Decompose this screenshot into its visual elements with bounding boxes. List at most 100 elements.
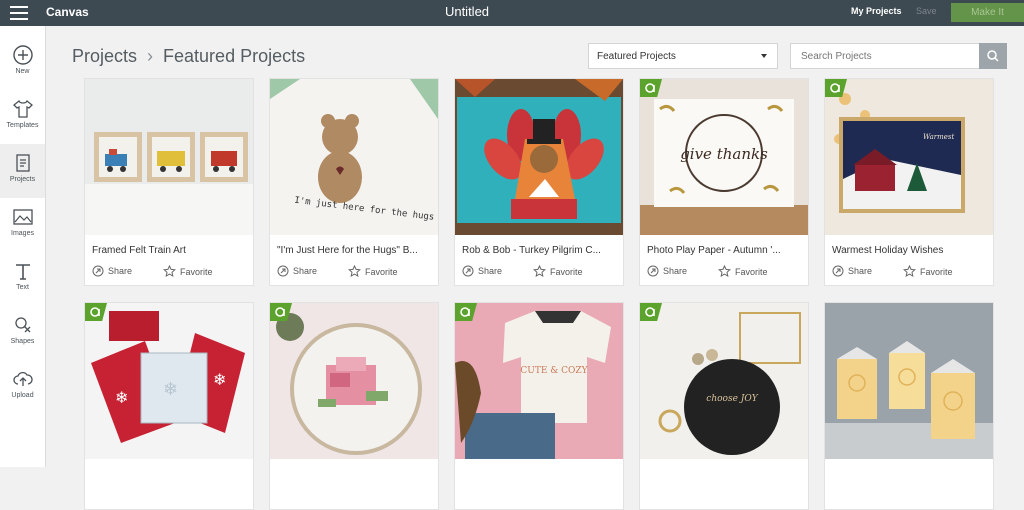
share-label: Share (848, 266, 873, 276)
star-icon (533, 264, 546, 277)
sidebar-item-text[interactable]: Text (0, 252, 45, 306)
project-filter-select[interactable]: Featured Projects (588, 43, 778, 69)
sidebar-item-label: Images (11, 230, 34, 237)
plus-icon (12, 45, 33, 65)
share-button[interactable]: Share (647, 265, 687, 277)
share-button[interactable]: Share (92, 265, 132, 277)
sidebar-item-label: Upload (11, 392, 34, 399)
svg-text:❄: ❄ (163, 379, 178, 399)
project-title[interactable]: "I'm Just Here for the Hugs" B... (277, 245, 435, 256)
project-title[interactable]: Warmest Holiday Wishes (832, 245, 990, 256)
sidebar-item-new[interactable]: New (0, 36, 45, 90)
project-thumbnail[interactable] (270, 303, 438, 459)
sidebar-item-label: New (15, 68, 30, 75)
make-it-button[interactable]: Make It (951, 3, 1024, 22)
sidebar-item-shapes[interactable]: Shapes (0, 306, 45, 360)
save-button[interactable]: Save (916, 6, 937, 16)
svg-text:❄: ❄ (213, 372, 226, 389)
project-card[interactable]: I'm just here for the hugs "I'm Just Her… (269, 78, 439, 286)
share-label: Share (108, 266, 133, 276)
favorite-button[interactable]: Favorite (348, 264, 398, 278)
document-title[interactable]: Untitled (0, 4, 934, 19)
sidebar-item-images[interactable]: Images (0, 198, 45, 252)
favorite-button[interactable]: Favorite (718, 264, 768, 278)
project-card[interactable]: CUTE & COZY (454, 302, 624, 510)
breadcrumb-current: Featured Projects (163, 46, 306, 66)
project-card[interactable] (824, 302, 994, 510)
breadcrumb-root[interactable]: Projects (72, 46, 137, 66)
image-text: choose JOY (706, 394, 758, 404)
share-icon (92, 265, 104, 277)
share-icon (647, 265, 659, 277)
sidebar-item-projects[interactable]: Projects (0, 144, 45, 198)
sidebar-item-label: Shapes (10, 338, 35, 345)
project-card[interactable]: Framed Felt Train Art Share Favorite (84, 78, 254, 286)
favorite-label: Favorite (735, 266, 768, 277)
sidebar-item-label: Text (16, 284, 29, 291)
share-label: Share (478, 266, 503, 276)
project-card[interactable]: Warmest Warmest Holiday Wishes Share Fav… (824, 78, 994, 286)
star-icon (718, 264, 731, 277)
search-icon (987, 50, 999, 62)
project-thumbnail[interactable]: CUTE & COZY (455, 303, 623, 459)
access-icon (90, 307, 100, 317)
my-projects-link[interactable]: My Projects (851, 6, 902, 16)
project-title[interactable]: Rob & Bob - Turkey Pilgrim C... (462, 245, 620, 256)
shapes-icon (14, 317, 30, 333)
sidebar-item-label: Projects (9, 176, 36, 183)
share-button[interactable]: Share (462, 265, 502, 277)
project-thumbnail[interactable]: choose JOY (640, 303, 808, 459)
share-label: Share (293, 266, 318, 276)
share-label: Share (663, 266, 688, 276)
star-icon (348, 264, 361, 277)
sidebar-item-upload[interactable]: Upload (0, 360, 45, 414)
text-icon (15, 264, 30, 280)
project-card[interactable]: ❄ ❄ ❄ (84, 302, 254, 510)
image-text: CUTE & COZY (520, 366, 588, 376)
access-icon (275, 307, 285, 317)
favorite-button[interactable]: Favorite (533, 264, 583, 278)
access-icon (830, 83, 840, 93)
project-thumbnail[interactable] (455, 79, 623, 235)
star-icon (163, 264, 176, 277)
svg-text:Warmest: Warmest (923, 133, 954, 141)
sidebar-item-templates[interactable]: Templates (0, 90, 45, 144)
star-icon (903, 264, 916, 277)
sidebar-item-label: Templates (6, 122, 39, 129)
svg-text:❄: ❄ (115, 390, 128, 407)
project-card[interactable]: choose JOY (639, 302, 809, 510)
project-thumbnail[interactable]: ❄ ❄ ❄ (85, 303, 253, 459)
project-title[interactable]: Photo Play Paper - Autumn '... (647, 245, 805, 256)
project-card[interactable]: Rob & Bob - Turkey Pilgrim C... Share Fa… (454, 78, 624, 286)
search-button[interactable] (979, 43, 1007, 69)
share-icon (832, 265, 844, 277)
access-icon (645, 83, 655, 93)
project-thumbnail[interactable] (825, 303, 993, 459)
share-icon (462, 265, 474, 277)
project-title[interactable]: Framed Felt Train Art (92, 245, 250, 256)
project-thumbnail[interactable]: give thanks (640, 79, 808, 235)
project-card[interactable] (269, 302, 439, 510)
top-bar: Canvas Untitled My Projects Save Make It (0, 0, 1024, 26)
favorite-label: Favorite (365, 266, 398, 277)
favorite-button[interactable]: Favorite (903, 264, 953, 278)
project-card[interactable]: give thanks Photo Play Paper - Autumn '.… (639, 78, 809, 286)
breadcrumb: Projects › Featured Projects (72, 46, 305, 67)
left-sidebar: New Templates Projects Images Text Shape… (0, 26, 46, 467)
project-thumbnail[interactable] (85, 79, 253, 235)
image-icon (12, 209, 33, 225)
access-icon (460, 307, 470, 317)
favorite-button[interactable]: Favorite (163, 264, 213, 278)
favorite-label: Favorite (920, 266, 953, 277)
share-button[interactable]: Share (832, 265, 872, 277)
caret-down-icon (761, 54, 767, 58)
upload-icon (12, 371, 33, 386)
search-input[interactable] (790, 43, 980, 69)
access-icon (645, 307, 655, 317)
share-icon (277, 265, 289, 277)
project-thumbnail[interactable]: I'm just here for the hugs (270, 79, 438, 235)
chevron-right-icon: › (147, 46, 154, 66)
share-button[interactable]: Share (277, 265, 317, 277)
project-thumbnail[interactable]: Warmest (825, 79, 993, 235)
shirt-icon (12, 99, 33, 118)
